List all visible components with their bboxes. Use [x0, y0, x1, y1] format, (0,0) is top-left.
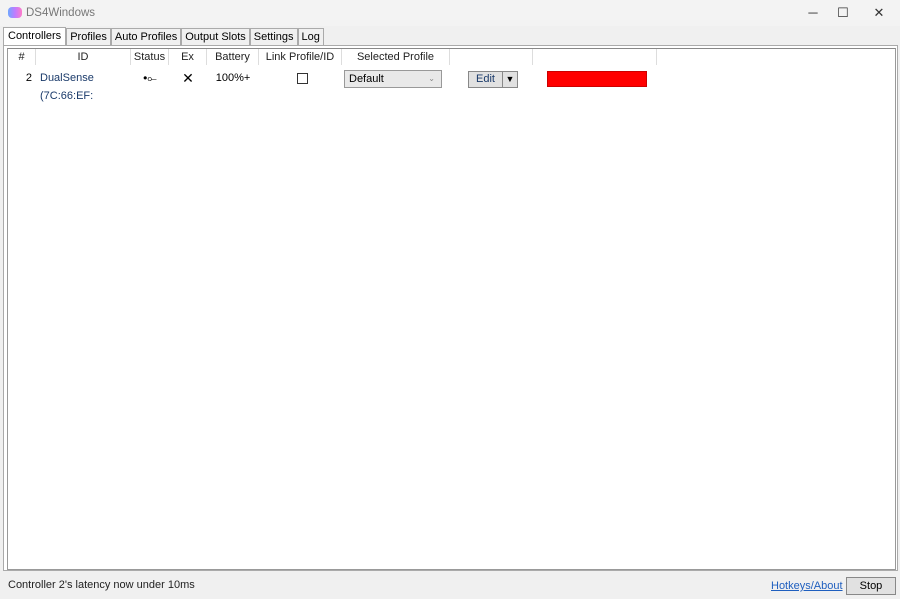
controllers-panel: # ID Status Ex Battery Link Profile/ID S… [3, 45, 898, 571]
edit-split-button[interactable]: Edit ▼ [468, 71, 518, 88]
controller-number: 2 [25, 72, 32, 84]
window-title: DS4Windows [26, 7, 96, 19]
usb-icon: •⟜ [143, 71, 157, 85]
col-header-battery: Battery [207, 49, 259, 65]
maximize-button[interactable]: ☐ [826, 0, 860, 26]
link-profile-checkbox[interactable] [297, 73, 308, 84]
tab-profiles[interactable]: Profiles [66, 28, 111, 45]
col-header-id: ID [36, 49, 131, 65]
col-header-status: Status [131, 49, 169, 65]
col-header-color [533, 49, 657, 65]
col-header-selected-profile: Selected Profile [342, 49, 450, 65]
close-button[interactable]: ✕ [862, 0, 896, 26]
chevron-down-icon: ⌄ [428, 74, 435, 83]
tab-settings[interactable]: Settings [249, 28, 298, 45]
battery-level: 100%+ [215, 72, 251, 84]
tab-auto-profiles[interactable]: Auto Profiles [110, 28, 182, 45]
tab-bar: Controllers Profiles Auto Profiles Outpu… [3, 27, 324, 46]
col-header-ex: Ex [169, 49, 207, 65]
gamepad-icon [8, 7, 22, 18]
minimize-button[interactable]: ─ [796, 0, 830, 26]
tab-output-slots[interactable]: Output Slots [181, 28, 250, 45]
col-header-edit [450, 49, 533, 65]
exclusive-x-icon: ✕ [182, 70, 194, 86]
controllers-table: # ID Status Ex Battery Link Profile/ID S… [7, 48, 896, 570]
col-header-link-profile: Link Profile/ID [259, 49, 342, 65]
profile-select[interactable]: Default ⌄ [344, 70, 442, 88]
tab-log[interactable]: Log [297, 28, 324, 45]
title-bar: DS4Windows ─ ☐ ✕ [0, 0, 900, 26]
controller-id: DualSense (7C:66:EF: [40, 72, 94, 102]
status-message: Controller 2's latency now under 10ms [8, 579, 195, 591]
edit-button[interactable]: Edit [469, 72, 503, 87]
dropdown-arrow-icon[interactable]: ▼ [503, 72, 517, 87]
lightbar-color-swatch[interactable] [547, 71, 647, 87]
stop-button[interactable]: Stop [846, 577, 896, 595]
hotkeys-about-link[interactable]: Hotkeys/About [771, 580, 843, 592]
col-header-number: # [8, 49, 36, 65]
profile-select-value: Default [349, 73, 384, 85]
tab-controllers[interactable]: Controllers [3, 27, 67, 46]
